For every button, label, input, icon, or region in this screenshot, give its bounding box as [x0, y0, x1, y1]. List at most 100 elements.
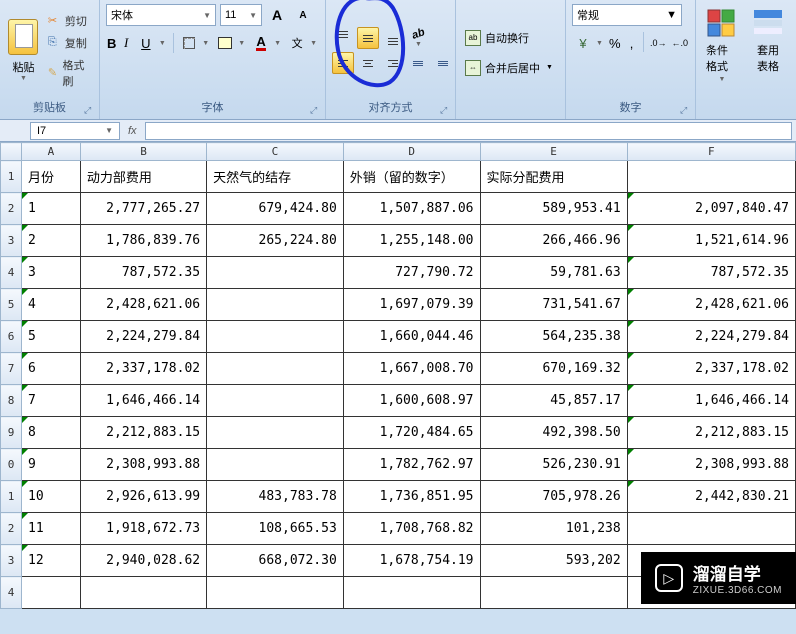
- cell[interactable]: 1,521,614.96: [627, 225, 795, 257]
- cell[interactable]: 265,224.80: [207, 225, 344, 257]
- cell[interactable]: 670,169.32: [480, 353, 627, 385]
- cell[interactable]: [207, 289, 344, 321]
- cell[interactable]: 1,507,887.06: [343, 193, 480, 225]
- orientation-button[interactable]: ab▼: [407, 27, 429, 49]
- cell[interactable]: 593,202: [480, 545, 627, 577]
- cell[interactable]: 2,442,830.21: [627, 481, 795, 513]
- cell[interactable]: 2,212,883.15: [80, 417, 206, 449]
- column-header[interactable]: B: [80, 143, 206, 161]
- cell[interactable]: 2,428,621.06: [80, 289, 206, 321]
- dialog-launcher[interactable]: ⤢: [84, 105, 96, 117]
- cell[interactable]: 1,678,754.19: [343, 545, 480, 577]
- accounting-format-button[interactable]: ¥▼: [572, 32, 605, 54]
- dialog-launcher[interactable]: ⤢: [310, 105, 322, 117]
- cell[interactable]: 月份: [22, 161, 81, 193]
- cell[interactable]: 2,337,178.02: [80, 353, 206, 385]
- cell[interactable]: 11: [22, 513, 81, 545]
- cell[interactable]: [207, 417, 344, 449]
- cell[interactable]: 2: [22, 225, 81, 257]
- cell[interactable]: 6: [22, 353, 81, 385]
- cell[interactable]: 787,572.35: [627, 257, 795, 289]
- cell[interactable]: 705,978.26: [480, 481, 627, 513]
- cell[interactable]: 108,665.53: [207, 513, 344, 545]
- cell[interactable]: [207, 449, 344, 481]
- align-bottom-button[interactable]: [382, 27, 404, 49]
- align-middle-button[interactable]: [357, 27, 379, 49]
- cell[interactable]: 2,337,178.02: [627, 353, 795, 385]
- font-color-button[interactable]: A▼: [250, 32, 283, 54]
- fill-color-button[interactable]: ▼: [214, 32, 247, 54]
- align-left-button[interactable]: [332, 52, 354, 74]
- cell[interactable]: 589,953.41: [480, 193, 627, 225]
- cell[interactable]: 2,940,028.62: [80, 545, 206, 577]
- cell[interactable]: [480, 577, 627, 609]
- cell[interactable]: 1,697,079.39: [343, 289, 480, 321]
- cell[interactable]: 8: [22, 417, 81, 449]
- row-header[interactable]: 3: [1, 545, 22, 577]
- bold-button[interactable]: B: [106, 32, 117, 54]
- row-header[interactable]: 9: [1, 417, 22, 449]
- sheet-grid[interactable]: A B C D E F 1月份动力部费用天然气的结存外销（留的数字）实际分配费用…: [0, 142, 796, 609]
- increase-decimal-button[interactable]: .0→: [649, 32, 668, 54]
- cell[interactable]: 外销（留的数字）: [343, 161, 480, 193]
- font-name-combo[interactable]: 宋体▼: [106, 4, 216, 26]
- row-header[interactable]: 4: [1, 577, 22, 609]
- align-top-button[interactable]: [332, 27, 354, 49]
- row-header[interactable]: 2: [1, 193, 22, 225]
- cell[interactable]: 2,428,621.06: [627, 289, 795, 321]
- column-header[interactable]: E: [480, 143, 627, 161]
- cell[interactable]: 1,736,851.95: [343, 481, 480, 513]
- cell[interactable]: 2,926,613.99: [80, 481, 206, 513]
- row-header[interactable]: 7: [1, 353, 22, 385]
- comma-button[interactable]: ,: [625, 32, 639, 54]
- cell[interactable]: 3: [22, 257, 81, 289]
- cell[interactable]: 天然气的结存: [207, 161, 344, 193]
- cell[interactable]: 564,235.38: [480, 321, 627, 353]
- dialog-launcher[interactable]: ⤢: [440, 105, 452, 117]
- cell[interactable]: 1,918,672.73: [80, 513, 206, 545]
- column-header[interactable]: F: [627, 143, 795, 161]
- cell[interactable]: 266,466.96: [480, 225, 627, 257]
- align-center-button[interactable]: [357, 52, 379, 74]
- cell[interactable]: 492,398.50: [480, 417, 627, 449]
- cell[interactable]: 483,783.78: [207, 481, 344, 513]
- cell[interactable]: 12: [22, 545, 81, 577]
- cell[interactable]: [627, 513, 795, 545]
- cell[interactable]: 787,572.35: [80, 257, 206, 289]
- cell[interactable]: 2,308,993.88: [627, 449, 795, 481]
- cell[interactable]: [627, 161, 795, 193]
- name-box[interactable]: I7▼: [30, 122, 120, 140]
- cell[interactable]: 1,255,148.00: [343, 225, 480, 257]
- cell[interactable]: [22, 577, 81, 609]
- cell[interactable]: 实际分配费用: [480, 161, 627, 193]
- grow-font-button[interactable]: A: [266, 4, 288, 26]
- cell[interactable]: 679,424.80: [207, 193, 344, 225]
- cell[interactable]: 1,667,008.70: [343, 353, 480, 385]
- cell[interactable]: 1,646,466.14: [80, 385, 206, 417]
- table-format-button[interactable]: 套用 表格: [748, 4, 788, 117]
- row-header[interactable]: 1: [1, 481, 22, 513]
- cell[interactable]: 2,224,279.84: [80, 321, 206, 353]
- cell[interactable]: 2,308,993.88: [80, 449, 206, 481]
- cell[interactable]: [207, 321, 344, 353]
- shrink-font-button[interactable]: A: [292, 4, 314, 26]
- number-format-combo[interactable]: 常规▼: [572, 4, 682, 26]
- cell[interactable]: 9: [22, 449, 81, 481]
- dialog-launcher[interactable]: ⤢: [680, 105, 692, 117]
- cell[interactable]: 1,646,466.14: [627, 385, 795, 417]
- cell[interactable]: 1,720,484.65: [343, 417, 480, 449]
- conditional-format-button[interactable]: 条件格式 ▼: [702, 4, 742, 117]
- cell[interactable]: 4: [22, 289, 81, 321]
- format-painter-button[interactable]: ✎ 格式刷: [45, 56, 93, 90]
- row-header[interactable]: 0: [1, 449, 22, 481]
- fx-icon[interactable]: fx: [120, 125, 145, 137]
- cut-button[interactable]: ✂ 剪切: [45, 12, 93, 30]
- cell[interactable]: 10: [22, 481, 81, 513]
- phonetic-button[interactable]: 文▼: [286, 32, 319, 54]
- cell[interactable]: [80, 577, 206, 609]
- row-header[interactable]: 5: [1, 289, 22, 321]
- cell[interactable]: [207, 353, 344, 385]
- wrap-text-button[interactable]: ab 自动换行: [462, 27, 559, 49]
- cell[interactable]: [207, 257, 344, 289]
- cell[interactable]: 1,708,768.82: [343, 513, 480, 545]
